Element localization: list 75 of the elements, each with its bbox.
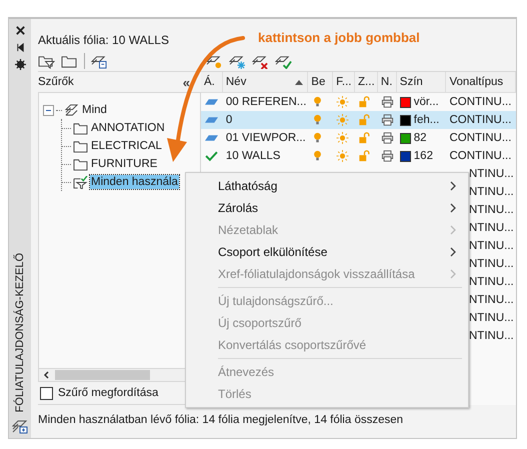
column-header[interactable]: Név [222, 72, 308, 92]
linetype-name: NTINU... [469, 330, 514, 342]
collapse-button[interactable]: « [180, 74, 192, 90]
column-header[interactable]: Z... [355, 72, 378, 92]
linetype-name: NTINU... [469, 276, 514, 288]
folder-icon [73, 140, 88, 152]
column-header[interactable]: Szín [396, 72, 446, 92]
linetype-name: NTINU... [469, 240, 514, 252]
tree-item[interactable]: Minden használa [90, 175, 179, 189]
layer-name: 00 REFEREN... [226, 96, 306, 108]
color-swatch[interactable] [400, 114, 411, 126]
layer-name: 10 WALLS [226, 150, 280, 162]
column-header[interactable]: Be [308, 72, 334, 92]
linetype-name: NTINU... [469, 204, 514, 216]
palette-title: FÓLIATULAJDONSÁG-KEZELŐ [14, 252, 26, 412]
linetype-name: NTINU... [469, 222, 514, 234]
layer-name: 01 VIEWPOR... [226, 132, 306, 144]
linetype-name: CONTINU... [449, 114, 512, 126]
collapse-toggle[interactable] [43, 104, 54, 116]
color-swatch[interactable] [400, 150, 411, 162]
color-name: 162 [414, 150, 433, 162]
close-icon[interactable] [14, 25, 26, 36]
invert-filter-checkbox[interactable] [40, 386, 53, 400]
layer-row[interactable]: 0 feh... CONTINU... [201, 111, 516, 129]
column-header[interactable]: N. [378, 72, 397, 92]
filters-header: Szűrők [38, 76, 74, 88]
layer-states-icon[interactable] [91, 54, 108, 68]
column-header[interactable]: F... [333, 72, 356, 92]
layer-row[interactable]: 01 VIEWPOR... 82 CONTINU... [201, 129, 516, 147]
linetype-name: CONTINU... [449, 132, 512, 144]
printer-icon[interactable] [380, 132, 394, 144]
linetype-name: NTINU... [469, 168, 514, 180]
color-name: vör... [414, 96, 439, 108]
printer-icon[interactable] [380, 150, 394, 162]
color-name: feh... [414, 114, 440, 126]
new-filter-icon[interactable] [38, 54, 55, 68]
layer-properties-icon[interactable] [12, 418, 28, 434]
folder-icon [73, 158, 88, 170]
delete-layer-icon[interactable] [252, 54, 269, 68]
color-swatch[interactable] [400, 96, 411, 108]
status-text: Minden használatban lévő fólia: 14 fólia megjelenítve, 14 fólia összesen [38, 414, 404, 426]
printer-icon[interactable] [380, 114, 394, 126]
linetype-name: NTINU... [469, 258, 514, 270]
tree-item[interactable]: Mind [81, 103, 108, 117]
menu-item[interactable]: Láthatóság [186, 175, 468, 197]
layer-row[interactable]: 00 REFEREN... vör... CONTINU... [201, 93, 516, 111]
filter-icon [73, 176, 88, 188]
tree-item[interactable]: FURNITURE [90, 157, 158, 171]
invert-filter-label: Szűrő megfordítása [58, 387, 158, 399]
menu-item[interactable]: Zárolás [186, 197, 468, 219]
linetype-name: NTINU... [469, 294, 514, 306]
current-layer-label: Aktuális fólia: 10 WALLS [38, 33, 169, 47]
tree-item[interactable]: ELECTRICAL [90, 139, 163, 153]
linetype-name: NTINU... [469, 312, 514, 324]
linetype-name: CONTINU... [449, 150, 512, 162]
sort-icon [295, 80, 304, 84]
column-header[interactable]: Vonaltípus [446, 72, 516, 92]
linetype-name: NTINU... [469, 186, 514, 198]
new-frozen-layer-icon[interactable] [229, 54, 246, 68]
folder-icon [73, 122, 88, 134]
folder-icon[interactable] [61, 54, 78, 68]
new-layer-icon[interactable] [206, 54, 223, 68]
layer-row[interactable]: 10 WALLS 162 CONTINU... [201, 147, 516, 165]
color-swatch[interactable] [400, 132, 411, 144]
printer-icon[interactable] [380, 96, 394, 108]
menu-item[interactable]: Csoport elkülönítése [186, 241, 468, 263]
annotation-label: kattintson a jobb gombbal [258, 30, 420, 45]
tree-item[interactable]: ANNOTATION [90, 121, 166, 135]
linetype-name: CONTINU... [449, 96, 512, 108]
color-name: 82 [414, 132, 427, 144]
set-current-icon[interactable] [275, 54, 292, 68]
layer-name: 0 [226, 114, 232, 126]
column-header[interactable]: Á. [201, 72, 223, 92]
settings-icon[interactable] [14, 59, 26, 70]
layers-icon [64, 104, 79, 116]
